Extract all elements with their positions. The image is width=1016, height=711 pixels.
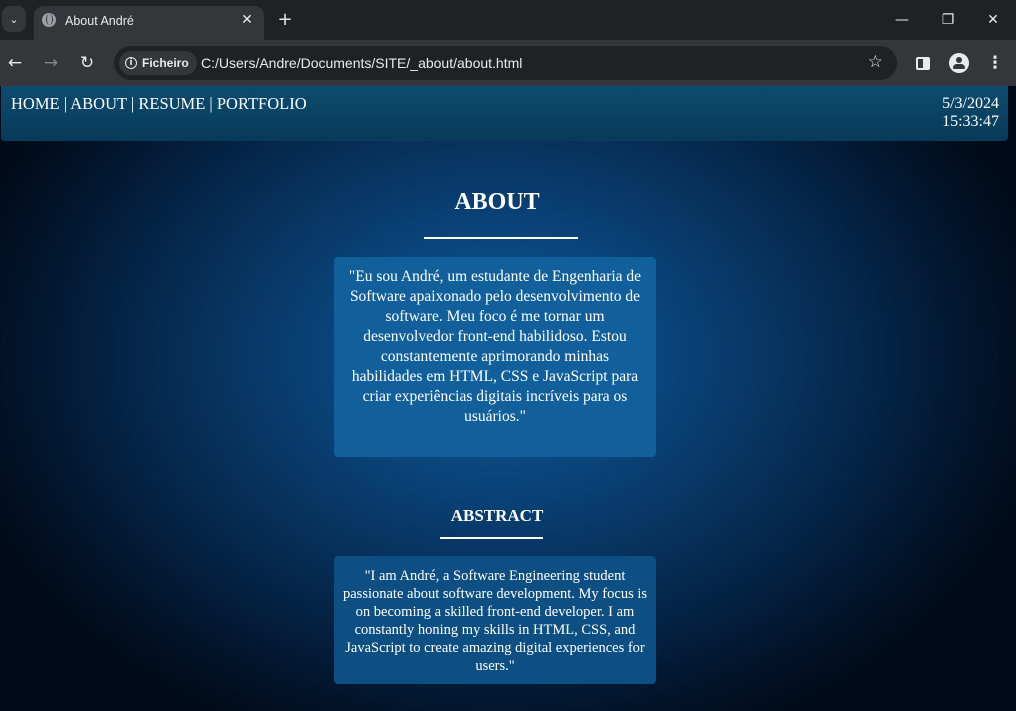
about-heading-rule — [424, 237, 578, 239]
site-info-label: Ficheiro — [142, 56, 189, 70]
restore-icon[interactable]: ❐ — [925, 0, 971, 40]
tab-search-chevron-icon[interactable]: ⌄ — [2, 6, 26, 32]
browser-tab[interactable]: About André ✕ — [34, 6, 264, 40]
close-tab-icon[interactable]: ✕ — [238, 11, 256, 29]
back-arrow-icon[interactable]: ← — [2, 50, 28, 76]
nav-portfolio-link[interactable]: PORTFOLIO — [217, 94, 307, 113]
tab-title: About André — [65, 14, 134, 28]
abstract-text-box: "I am André, a Software Engineering stud… — [334, 556, 656, 684]
nav-resume-link[interactable]: RESUME — [138, 94, 205, 113]
abstract-heading: ABSTRACT — [450, 506, 544, 525]
profile-button[interactable] — [946, 50, 972, 76]
menu-kebab-icon[interactable]: ⋮ — [982, 50, 1008, 76]
reload-icon[interactable]: ↻ — [74, 50, 100, 76]
globe-icon — [42, 13, 56, 27]
abstract-heading-rule — [440, 537, 543, 539]
site-nav: HOME | ABOUT | RESUME | PORTFOLIO — [11, 94, 307, 114]
datetime-display: 5/3/2024 15:33:47 — [942, 95, 999, 131]
browser-tab-strip: ⌄ About André ✕ + — ❐ ✕ — [0, 0, 1016, 40]
new-tab-icon[interactable]: + — [275, 9, 295, 30]
close-window-icon[interactable]: ✕ — [970, 0, 1016, 40]
forward-arrow-icon[interactable]: → — [38, 50, 64, 76]
nav-home-link[interactable]: HOME — [11, 94, 60, 113]
site-info-chip[interactable]: i Ficheiro — [119, 51, 197, 75]
nav-separator: | — [126, 94, 139, 113]
site-header: HOME | ABOUT | RESUME | PORTFOLIO 5/3/20… — [1, 86, 1008, 141]
nav-separator: | — [59, 94, 71, 113]
url-text[interactable]: C:/Users/Andre/Documents/SITE/_about/abo… — [201, 55, 522, 71]
side-panel-button[interactable] — [910, 50, 936, 76]
page-viewport: HOME | ABOUT | RESUME | PORTFOLIO 5/3/20… — [0, 86, 1016, 711]
address-bar[interactable]: i Ficheiro C:/Users/Andre/Documents/SITE… — [114, 46, 897, 80]
info-icon: i — [125, 57, 137, 69]
date-text: 5/3/2024 — [942, 95, 999, 112]
time-text: 15:33:47 — [942, 113, 999, 130]
minimize-icon[interactable]: — — [879, 0, 925, 40]
nav-separator: | — [205, 94, 217, 113]
side-panel-icon — [916, 56, 930, 70]
profile-icon — [949, 53, 969, 73]
browser-toolbar: ← → ↻ i Ficheiro C:/Users/Andre/Document… — [0, 40, 1016, 86]
about-heading: ABOUT — [454, 189, 540, 215]
bookmark-star-icon[interactable]: ☆ — [868, 52, 883, 72]
nav-about-link[interactable]: ABOUT — [70, 94, 127, 113]
about-text-box: "Eu sou André, um estudante de Engenhari… — [334, 257, 656, 457]
